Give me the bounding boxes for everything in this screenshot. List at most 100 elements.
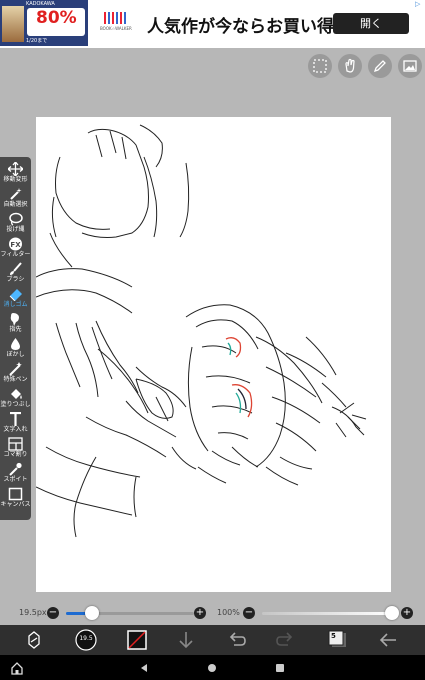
tool-frame-divider[interactable]: コマ割り bbox=[0, 435, 31, 460]
fill-icon bbox=[11, 389, 22, 399]
ad-logo: BOOK☆WALKER bbox=[100, 12, 132, 32]
tool-canvas[interactable]: キャンバス bbox=[0, 485, 31, 510]
image-icon bbox=[403, 60, 417, 72]
opacity-decrease-button[interactable]: − bbox=[243, 607, 255, 619]
tool-fill[interactable]: 塗りつぶし bbox=[0, 385, 31, 410]
tool-auto-select[interactable]: 自動選択 bbox=[0, 185, 31, 210]
special-pen-icon bbox=[9, 362, 22, 376]
redo-button[interactable] bbox=[274, 628, 298, 652]
tool-filter[interactable]: FX フィルター bbox=[0, 235, 31, 260]
tool-label: 文字入れ bbox=[3, 426, 28, 433]
frame-divider-icon bbox=[8, 437, 23, 451]
redo-icon bbox=[276, 632, 293, 646]
canvas-icon bbox=[8, 487, 23, 501]
lasso-icon bbox=[9, 212, 23, 226]
arrow-down-icon bbox=[179, 632, 193, 649]
hand-icon bbox=[345, 58, 355, 73]
drawing-canvas[interactable] bbox=[36, 117, 391, 592]
tool-palette: 移動変形 自動選択 投げ縄 FX フィルター ブラシ 消しゴム 指先 ぼかし 特… bbox=[0, 157, 31, 520]
nav-back-button[interactable] bbox=[137, 660, 151, 674]
opacity-value: 100% bbox=[217, 608, 240, 617]
opacity-slider[interactable] bbox=[262, 612, 392, 615]
brush-size-decrease-button[interactable]: − bbox=[47, 607, 59, 619]
tool-text[interactable]: 文字入れ bbox=[0, 410, 31, 435]
tool-label: 特殊ペン bbox=[3, 376, 28, 383]
back-button[interactable] bbox=[376, 628, 400, 652]
system-nav-bar bbox=[0, 655, 425, 680]
pen-settings-button[interactable] bbox=[368, 54, 392, 78]
color-swatch-icon bbox=[127, 630, 147, 650]
circle-home-icon bbox=[208, 664, 216, 672]
tool-special-pen[interactable]: 特殊ペン bbox=[0, 360, 31, 385]
tool-label: 塗りつぶし bbox=[0, 401, 31, 408]
tool-move[interactable]: 移動変形 bbox=[0, 160, 31, 185]
tool-label: 指先 bbox=[9, 326, 22, 333]
ad-banner[interactable]: KADOKAWA 80% 1/20まで BOOK☆WALKER 人気作が今ならお… bbox=[0, 0, 425, 48]
tool-label: 消しゴム bbox=[3, 301, 28, 308]
tool-label: ブラシ bbox=[6, 276, 25, 283]
brush-icon bbox=[10, 262, 22, 275]
tool-eyedropper[interactable]: スポイト bbox=[0, 460, 31, 485]
home-launcher-button[interactable] bbox=[10, 660, 24, 675]
tool-label: キャンバス bbox=[0, 501, 31, 508]
brush-size-knob[interactable] bbox=[84, 606, 99, 620]
text-icon bbox=[10, 412, 21, 426]
tool-label: ぼかし bbox=[6, 351, 25, 358]
ad-title[interactable]: 人気作が今ならお買い得 bbox=[147, 12, 334, 37]
ad-thumb-bottom-text: 1/20まで bbox=[26, 38, 48, 44]
home-icon bbox=[11, 662, 23, 675]
layers-icon bbox=[328, 630, 346, 647]
brush-size-value: 19.5px bbox=[19, 608, 47, 617]
layer-count: 5 bbox=[331, 632, 336, 640]
eraser-icon bbox=[9, 289, 22, 301]
ad-logo-text: BOOK☆WALKER bbox=[100, 26, 132, 31]
selection-icon bbox=[313, 59, 327, 73]
opacity-knob[interactable] bbox=[385, 606, 399, 620]
move-icon bbox=[8, 162, 23, 176]
brush-size-preview-button[interactable]: 19.5 bbox=[74, 628, 98, 652]
hand-tool-button[interactable] bbox=[338, 54, 362, 78]
tool-label: 自動選択 bbox=[3, 201, 28, 208]
nav-home-button[interactable] bbox=[205, 660, 219, 674]
ad-thumbnail[interactable]: KADOKAWA 80% 1/20まで bbox=[0, 0, 88, 46]
tool-label: スポイト bbox=[3, 476, 28, 483]
blur-icon bbox=[11, 338, 20, 350]
selection-button[interactable] bbox=[308, 54, 332, 78]
tool-label: フィルター bbox=[0, 251, 31, 258]
undo-button[interactable] bbox=[224, 628, 248, 652]
tool-label: 移動変形 bbox=[3, 176, 28, 183]
transform-button[interactable] bbox=[22, 628, 46, 652]
eyedropper-icon bbox=[9, 462, 22, 476]
tool-blur[interactable]: ぼかし bbox=[0, 335, 31, 360]
tool-lasso[interactable]: 投げ縄 bbox=[0, 210, 31, 235]
ad-discount-percent: 80% bbox=[36, 8, 77, 28]
nav-recents-button[interactable] bbox=[273, 660, 287, 674]
arrow-left-icon bbox=[379, 633, 396, 647]
opacity-increase-button[interactable]: + bbox=[401, 607, 413, 619]
square-recents-icon bbox=[276, 664, 284, 672]
gallery-button[interactable] bbox=[398, 54, 422, 78]
svg-text:FX: FX bbox=[10, 241, 21, 249]
triangle-back-icon bbox=[141, 664, 147, 672]
brush-size-increase-button[interactable]: + bbox=[194, 607, 206, 619]
undo-icon bbox=[229, 632, 246, 646]
layers-button[interactable]: 5 bbox=[326, 628, 350, 652]
tool-finger[interactable]: 指先 bbox=[0, 310, 31, 335]
finger-icon bbox=[10, 313, 19, 326]
color-button[interactable] bbox=[125, 628, 149, 652]
bottom-toolbar: 19.5 5 bbox=[0, 625, 425, 655]
line-art-drawing bbox=[36, 124, 367, 538]
ad-info-icon[interactable]: ▷ bbox=[415, 0, 423, 8]
ad-logo-mark bbox=[104, 12, 126, 24]
pencil-icon bbox=[373, 60, 386, 73]
brush-preview-label: 19.5 bbox=[79, 635, 93, 642]
ad-thumb-top-text: KADOKAWA bbox=[26, 1, 55, 7]
download-button[interactable] bbox=[174, 628, 198, 652]
magic-wand-icon bbox=[10, 188, 22, 200]
ad-open-button[interactable]: 開く bbox=[333, 13, 409, 34]
rotate-transform-icon bbox=[28, 631, 40, 649]
ad-book-image bbox=[2, 6, 24, 42]
tool-label: コマ割り bbox=[3, 451, 28, 458]
tool-brush[interactable]: ブラシ bbox=[0, 260, 31, 285]
tool-eraser[interactable]: 消しゴム bbox=[0, 285, 31, 310]
